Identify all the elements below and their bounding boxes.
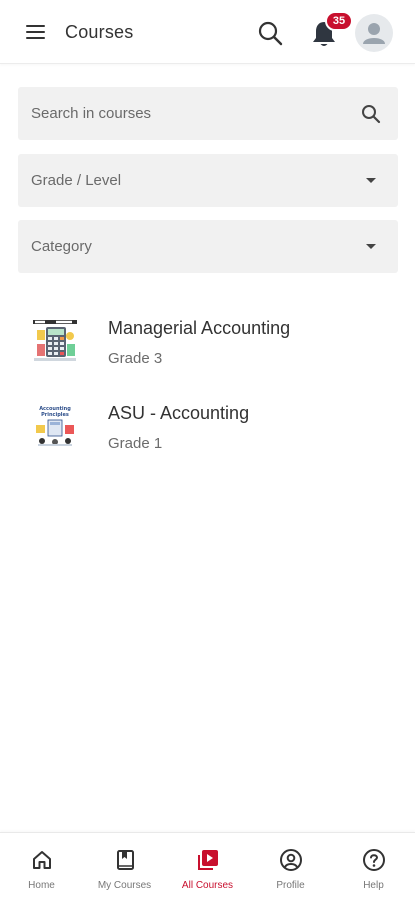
category-label: Category xyxy=(31,238,92,255)
course-title: ASU - Accounting xyxy=(108,403,250,423)
nav-my-courses[interactable]: My Courses xyxy=(83,833,166,900)
nav-home-label: Home xyxy=(28,880,55,891)
nav-profile[interactable]: Profile xyxy=(249,833,332,900)
book-icon xyxy=(116,850,134,870)
accounting-principles-thumbnail-icon: Accounting Principles xyxy=(32,403,78,449)
bottom-navigation: Home My Courses All Courses Profile Help xyxy=(0,832,415,900)
menu-icon[interactable] xyxy=(24,22,48,42)
thumb-title-line2: Principles xyxy=(41,412,69,418)
grade-level-dropdown[interactable]: Grade / Level xyxy=(18,154,398,207)
search-field-icon[interactable] xyxy=(360,103,382,125)
course-grade: Grade 3 xyxy=(108,350,163,367)
grade-level-label: Grade / Level xyxy=(31,172,122,189)
course-title: Managerial Accounting xyxy=(108,318,291,338)
nav-home[interactable]: Home xyxy=(0,833,83,900)
calculator-thumbnail-icon xyxy=(33,320,77,361)
help-circle-icon xyxy=(362,849,385,871)
nav-my-courses-label: My Courses xyxy=(97,880,152,891)
search-field[interactable] xyxy=(18,87,398,140)
app-root: Courses 35 Grade / Level Catego xyxy=(0,0,415,900)
search-input[interactable] xyxy=(31,105,331,122)
course-item[interactable]: Managerial Accounting Grade 3 xyxy=(0,300,415,380)
top-app-bar: Courses 35 xyxy=(0,0,415,64)
chevron-down-icon xyxy=(366,178,376,183)
nav-help-label: Help xyxy=(363,880,384,891)
search-icon[interactable] xyxy=(256,19,284,47)
nav-all-courses[interactable]: All Courses xyxy=(166,833,249,900)
nav-profile-label: Profile xyxy=(276,880,305,891)
course-item[interactable]: Accounting Principles ASU - Accounting G… xyxy=(0,385,415,465)
avatar[interactable] xyxy=(355,14,393,52)
notification-badge: 35 xyxy=(325,11,353,31)
play-library-icon xyxy=(197,850,218,870)
nav-help[interactable]: Help xyxy=(332,833,415,900)
chevron-down-icon xyxy=(366,244,376,249)
course-grade: Grade 1 xyxy=(108,435,163,452)
user-circle-icon xyxy=(279,849,302,871)
nav-all-courses-label: All Courses xyxy=(181,880,234,891)
user-avatar-icon xyxy=(363,23,385,44)
category-dropdown[interactable]: Category xyxy=(18,220,398,273)
page-title: Courses xyxy=(65,22,134,42)
home-icon xyxy=(32,851,51,869)
